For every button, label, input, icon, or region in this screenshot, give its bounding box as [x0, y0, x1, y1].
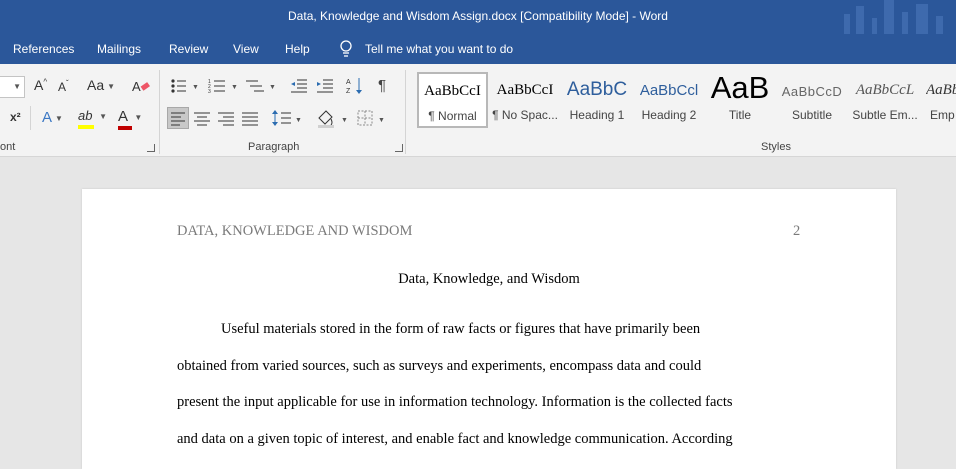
style-name: Heading 2 [641, 108, 697, 122]
style-heading-1[interactable]: AaBbC Heading 1 [562, 72, 632, 128]
style-name: Title [728, 108, 752, 122]
decrease-indent-icon[interactable] [290, 78, 308, 94]
tab-help[interactable]: Help [285, 42, 310, 56]
body-line: obtained from varied sources, such as su… [177, 358, 702, 374]
style-no-spacing[interactable]: AaBbCcI ¶ No Spac... [490, 72, 560, 128]
style-sample: AaBbC [566, 79, 628, 100]
svg-text:A: A [346, 79, 351, 86]
svg-text:▼: ▼ [341, 117, 348, 124]
align-left-button[interactable] [167, 107, 189, 129]
numbering-icon[interactable]: 1 2 3 ▼ [208, 78, 240, 94]
borders-icon[interactable]: ▼ [356, 108, 388, 128]
style-sample: AaBbCcI [424, 83, 481, 99]
paragraph-group-label: Paragraph [248, 141, 300, 153]
svg-text:3: 3 [208, 89, 211, 94]
style-subtitle[interactable]: AaBbCcD Subtitle [778, 72, 846, 128]
superscript-button[interactable]: x² [10, 110, 21, 124]
line-spacing-icon[interactable]: ▼ [272, 108, 304, 128]
svg-text:▼: ▼ [231, 84, 238, 91]
style-name: Emp [930, 108, 955, 122]
group-divider [405, 70, 406, 154]
shrink-font-button[interactable]: Aˇ [58, 79, 69, 94]
text-effects-label: A [42, 109, 53, 126]
style-name: Subtitle [791, 108, 833, 122]
body-line: and data on a given topic of interest, a… [177, 431, 733, 447]
titlebar-decoration [836, 0, 956, 34]
body-line: Useful materials stored in the form of r… [221, 321, 701, 337]
paragraph-dialog-launcher-icon[interactable] [395, 144, 403, 152]
tab-review[interactable]: Review [169, 42, 208, 56]
align-left-icon [171, 112, 185, 126]
group-divider [159, 70, 160, 154]
document-page[interactable]: DATA, KNOWLEDGE AND WISDOM 2 Data, Knowl… [82, 189, 896, 469]
style-name: ¶ No Spac... [492, 108, 558, 122]
page-number: 2 [793, 223, 801, 239]
tab-mailings[interactable]: Mailings [97, 42, 141, 56]
align-right-icon[interactable] [217, 108, 235, 128]
change-case-button[interactable]: Aa ▼ [87, 77, 115, 93]
ribbon: ▼ A^ Aˇ Aa ▼ A x² A ▼ ab ▼ A ▼ ont ▼ 1 2 3… [0, 64, 956, 157]
shrink-font-label: A [58, 80, 67, 94]
ribbon-tabs: References Mailings Review View Help Tel… [0, 34, 956, 64]
svg-text:Z: Z [346, 88, 351, 95]
running-header: DATA, KNOWLEDGE AND WISDOM [177, 223, 413, 239]
divider [30, 106, 31, 130]
change-case-label: Aa [87, 77, 105, 93]
style-sample: AaBbCcI [496, 82, 554, 98]
style-sample: AaBbi [926, 82, 956, 98]
tell-me-search[interactable]: Tell me what you want to do [365, 42, 513, 56]
font-color-swatch [118, 126, 132, 130]
shading-icon[interactable]: ▼ [316, 108, 350, 128]
svg-text:▼: ▼ [269, 84, 276, 91]
style-normal[interactable]: AaBbCcI ¶ Normal [417, 72, 488, 128]
font-dialog-launcher-icon[interactable] [147, 144, 155, 152]
tab-view[interactable]: View [233, 42, 259, 56]
font-color-button[interactable]: A ▼ [118, 108, 142, 130]
body-line: present the input applicable for use in … [177, 394, 733, 410]
lightbulb-icon [340, 40, 352, 57]
highlight-label: ab [78, 108, 93, 123]
chevron-down-icon: ▼ [13, 82, 21, 91]
title-bar: Data, Knowledge and Wisdom Assign.docx [… [0, 0, 956, 34]
grow-font-button[interactable]: A^ [34, 77, 47, 93]
bullets-icon[interactable]: ▼ [170, 78, 200, 94]
style-sample: AaBbCcL [855, 82, 915, 98]
style-name: Subtle Em... [852, 108, 918, 122]
font-group-label: ont [0, 141, 16, 153]
highlight-button[interactable]: ab ▼ [78, 108, 107, 129]
justify-icon[interactable] [241, 108, 259, 128]
font-size-dropdown[interactable]: ▼ [0, 76, 25, 98]
svg-text:▼: ▼ [295, 117, 302, 124]
style-sample: AaBbCcl [639, 82, 699, 99]
font-color-label: A [118, 108, 128, 125]
sort-icon[interactable]: AZ [346, 76, 364, 96]
svg-text:A: A [132, 79, 141, 94]
style-subtle-emphasis[interactable]: AaBbCcL Subtle Em... [850, 72, 920, 128]
clear-formatting-icon[interactable]: A [132, 78, 150, 94]
style-sample: AaB [710, 70, 770, 105]
text-effects-button[interactable]: A ▼ [42, 109, 63, 126]
svg-text:▼: ▼ [378, 117, 385, 124]
multilevel-list-icon[interactable]: ▼ [246, 78, 278, 94]
style-sample: AaBbCcD [781, 84, 843, 99]
style-name: ¶ Normal [428, 109, 477, 123]
style-name: Heading 1 [569, 108, 625, 122]
svg-text:▼: ▼ [192, 84, 199, 91]
styles-group-label: Styles [761, 141, 791, 153]
align-center-icon[interactable] [193, 108, 211, 128]
tab-references[interactable]: References [13, 42, 74, 56]
style-heading-2[interactable]: AaBbCcl Heading 2 [634, 72, 704, 128]
window-title: Data, Knowledge and Wisdom Assign.docx [… [288, 9, 668, 23]
highlight-swatch [78, 125, 94, 129]
grow-font-label: A [34, 77, 44, 93]
style-emphasis[interactable]: AaBbi Emp [922, 72, 956, 128]
document-title: Data, Knowledge, and Wisdom [398, 271, 580, 287]
style-title[interactable]: AaB Title [706, 70, 774, 128]
increase-indent-icon[interactable] [316, 78, 334, 94]
show-formatting-marks-icon[interactable]: ¶ [378, 77, 386, 94]
